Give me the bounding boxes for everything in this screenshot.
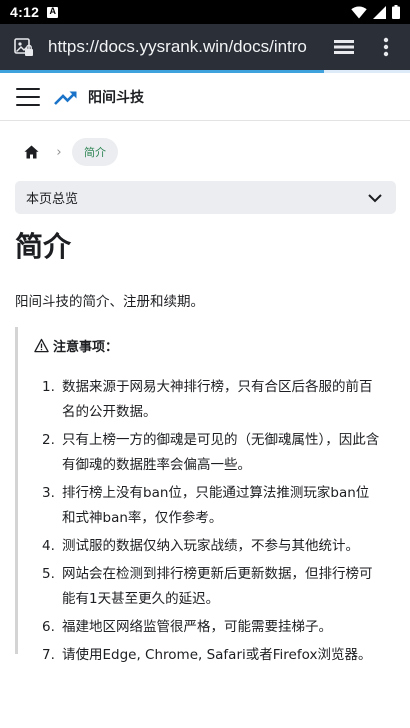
site-title[interactable]: 阳间斗技 <box>88 87 144 107</box>
chevron-right-icon: › <box>56 144 62 160</box>
notice-heading: 注意事项： <box>34 333 380 357</box>
tabs-icon <box>334 40 354 54</box>
list-item: 1. 数据来源于网易大神排行榜，只有合区后各服的前百名的公开数据。 <box>42 379 373 420</box>
battery-icon <box>392 5 400 19</box>
page-title: 简介 <box>15 230 72 263</box>
list-item: 6. 福建地区网络监管很严格，可能需要挂梯子。 <box>42 619 332 635</box>
warning-icon <box>34 338 49 352</box>
toc-collapsible[interactable]: 本页总览 <box>15 181 396 214</box>
list-item: 5. 网站会在检测到排行榜更新后更新数据，但排行榜可能有1天甚至更久的延迟。 <box>42 566 373 607</box>
browser-menu-button[interactable] <box>368 24 404 70</box>
status-bar: 4:12 A <box>0 0 410 24</box>
notice-admonition: 注意事项： 1. 数据来源于网易大神排行榜，只有合区后各服的前百名的公开数据。 2… <box>15 327 396 663</box>
status-icons <box>351 5 400 19</box>
site-navbar: 阳间斗技 <box>0 73 410 121</box>
list-item: 7. 请使用Edge, Chrome, Safari或者Firefox浏览器。 <box>42 647 372 663</box>
site-info-icon <box>14 38 33 56</box>
site-info-button[interactable] <box>0 24 48 70</box>
trending-up-icon[interactable] <box>54 87 78 107</box>
list-item: 3. 排行榜上没有ban位，只能通过算法推测玩家ban位和式神ban率，仅作参考。 <box>42 485 370 526</box>
chevron-down-icon <box>368 193 382 202</box>
intro-text: 阳间斗技的简介、注册和续期。 <box>15 294 204 310</box>
notification-icon: A <box>47 6 59 18</box>
home-icon <box>24 145 38 159</box>
menu-icon[interactable] <box>16 87 40 106</box>
breadcrumb: › 简介 <box>16 137 118 167</box>
breadcrumb-home-link[interactable] <box>16 137 46 167</box>
tabs-button[interactable] <box>320 24 368 70</box>
browser-toolbar: https://docs.yysrank.win/docs/intro <box>0 24 410 70</box>
status-time: 4:12 <box>10 4 40 20</box>
url-bar[interactable]: https://docs.yysrank.win/docs/intro <box>48 37 316 57</box>
cell-signal-icon <box>373 5 386 19</box>
list-item: 2. 只有上榜一方的御魂是可见的（无御魂属性），因此含有御魂的数据胜率会偏高一些。 <box>42 432 380 473</box>
notice-list: 1. 数据来源于网易大神排行榜，只有合区后各服的前百名的公开数据。 2. 只有上榜一… <box>34 375 380 668</box>
list-item: 4. 测试服的数据仅纳入玩家战绩，不参与其他统计。 <box>42 538 359 554</box>
toc-label: 本页总览 <box>26 192 79 207</box>
breadcrumb-current: 简介 <box>72 138 118 166</box>
notice-heading-text: 注意事项： <box>53 339 119 355</box>
wifi-icon <box>351 6 367 18</box>
more-vert-icon <box>383 37 389 57</box>
